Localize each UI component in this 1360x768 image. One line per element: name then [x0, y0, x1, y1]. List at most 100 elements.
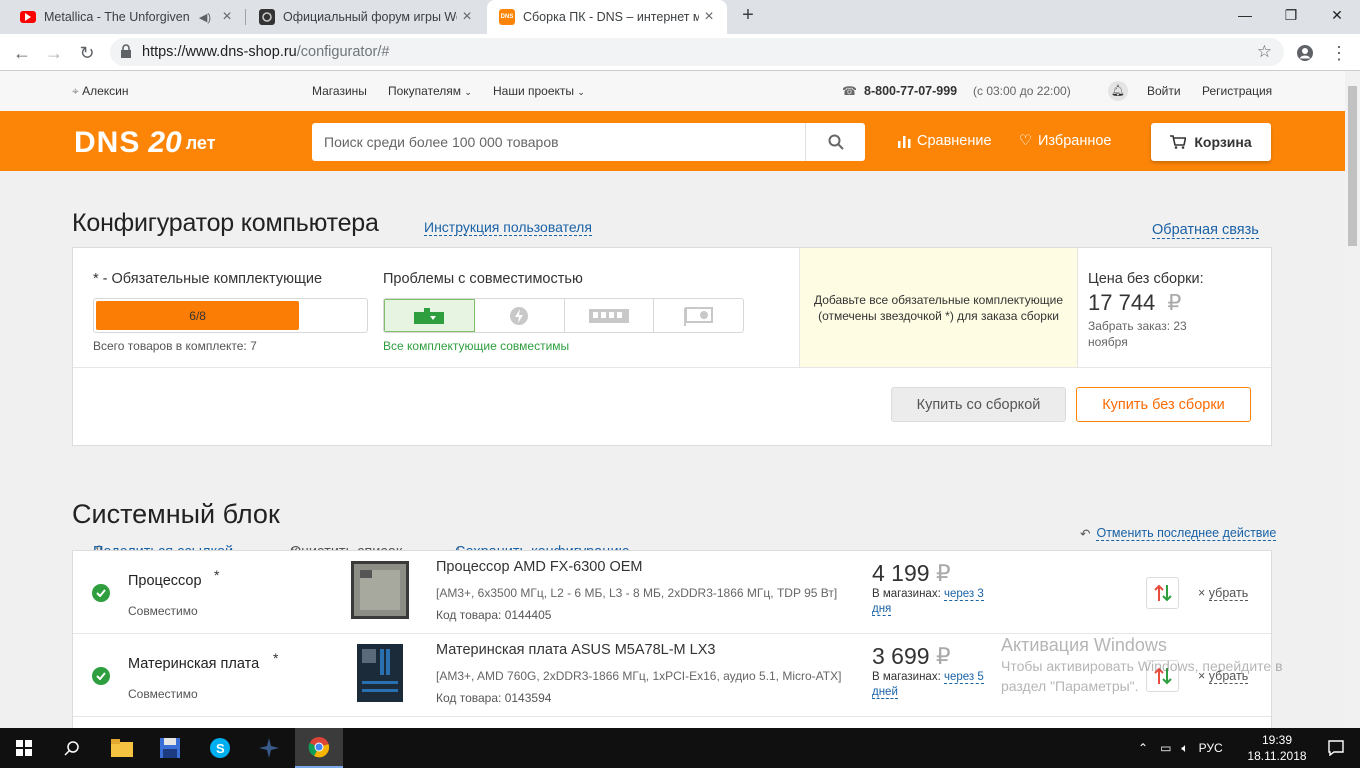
close-tab-icon[interactable]: × [699, 8, 719, 26]
remove-button[interactable]: × убрать [1198, 669, 1249, 684]
page-scrollbar[interactable] [1345, 71, 1360, 728]
product-name[interactable]: Материнская плата ASUS M5A78L-M LX3 [436, 642, 715, 658]
app-icon[interactable] [245, 728, 293, 768]
product-code: Код товара: 0143594 [436, 691, 552, 705]
divider [73, 367, 1271, 368]
close-tab-icon[interactable]: × [217, 8, 237, 26]
buy-unassembled-button[interactable]: Купить без сборки [1076, 387, 1251, 422]
nav-customers[interactable]: Покупателям ⌄ [388, 84, 472, 98]
order-hint: Добавьте все обязательные комплектующие … [799, 248, 1078, 367]
city-selector[interactable]: ⌖ Алексин [72, 84, 129, 99]
windows-start-icon[interactable] [0, 728, 48, 768]
search-icon[interactable] [48, 728, 96, 768]
search-input[interactable]: Поиск среди более 100 000 товаров [312, 123, 865, 161]
volume-icon[interactable]: 🔈︎ [1181, 741, 1188, 756]
currency-symbol: ₽ [1167, 290, 1182, 315]
feedback-link[interactable]: Обратная связь [1152, 222, 1259, 239]
location-icon: ⌖ [72, 84, 79, 98]
browser-tab-active[interactable]: DNS Сборка ПК - DNS – интернет ма × [487, 0, 727, 34]
profile-icon[interactable] [1292, 40, 1318, 66]
save-disk-icon[interactable] [146, 728, 194, 768]
address-bar[interactable]: https://www.dns-shop.ru/configurator/# ☆ [110, 38, 1284, 66]
new-tab-button[interactable]: + [736, 4, 760, 28]
favorites-link[interactable]: ♡ Избранное [1019, 133, 1111, 149]
notifications-icon[interactable] [1312, 728, 1360, 768]
swap-icon[interactable] [1146, 660, 1179, 692]
system-tray: ⌃ ▭ 🔈︎ РУС [1138, 728, 1223, 768]
chevron-up-icon[interactable]: ⌃ [1138, 741, 1148, 755]
close-icon: × [1198, 586, 1206, 600]
scrollbar-thumb[interactable] [1348, 86, 1357, 246]
reload-icon[interactable]: ↻ [74, 40, 100, 66]
currency-symbol: ₽ [935, 643, 951, 669]
cart-label: Корзина [1194, 134, 1252, 150]
product-name[interactable]: Процессор AMD FX-6300 OEM [436, 559, 643, 575]
back-icon[interactable]: ← [9, 40, 35, 66]
close-tab-icon[interactable]: × [457, 8, 477, 26]
nav-stores[interactable]: Магазины [312, 84, 367, 98]
login-link[interactable]: Войти [1147, 84, 1181, 98]
required-star: * [273, 650, 279, 666]
cart-icon [1170, 135, 1187, 149]
dns-logo[interactable]: DNS 20 лет [74, 123, 286, 163]
gpu-compat-icon[interactable] [654, 299, 743, 332]
instruction-link[interactable]: Инструкция пользователя [424, 219, 592, 236]
search-icon[interactable] [805, 123, 865, 161]
skype-icon[interactable]: S [196, 728, 244, 768]
cart-button[interactable]: Корзина [1151, 123, 1271, 161]
remove-label: убрать [1208, 669, 1249, 684]
chrome-icon[interactable] [295, 728, 343, 768]
dns-icon: DNS [499, 9, 515, 25]
menu-icon[interactable]: ⋮ [1326, 40, 1352, 66]
close-window-button[interactable]: ✕ [1314, 0, 1360, 30]
lock-icon [121, 44, 131, 58]
world-of-tanks-icon [259, 9, 275, 25]
total-items-value: 7 [250, 339, 257, 353]
chevron-down-icon: ⌄ [577, 87, 585, 97]
pickup-date: Забрать заказ: 23 ноября [1088, 319, 1187, 349]
browser-tab[interactable]: Metallica - The Unforgiven (W ◀) × [0, 0, 245, 34]
network-icon[interactable]: ▭ [1160, 741, 1171, 755]
undo-link[interactable]: ↶ Отменить последнее действие [1080, 526, 1277, 541]
total-items: Всего товаров в комплекте: 7 [93, 339, 257, 353]
browser-tab[interactable]: Официальный форум игры Wor × [245, 0, 485, 34]
components-table: Процессор * Совместимо Процессор AMD FX-… [72, 550, 1272, 728]
clock-time: 19:39 [1261, 733, 1293, 747]
progress-text: 6/8 [189, 308, 206, 323]
star-icon[interactable]: ☆ [1257, 42, 1272, 62]
main-header: DNS 20 лет Поиск среди более 100 000 тов… [0, 111, 1345, 171]
product-price-value: 3 699 [872, 643, 930, 669]
speaker-icon[interactable]: ◀) [199, 11, 211, 24]
logo-suffix: лет [185, 132, 216, 153]
clock-date: 18.11.2018 [1247, 749, 1307, 763]
phone-number[interactable]: 8-800-77-07-999 [864, 84, 957, 98]
nav-projects[interactable]: Наши проекты ⌄ [493, 84, 585, 98]
nav-customers-label: Покупателям [388, 84, 461, 98]
file-explorer-icon[interactable] [98, 728, 146, 768]
product-spec: [AM3+, 6x3500 МГц, L2 - 6 МБ, L3 - 8 МБ,… [436, 586, 838, 600]
cpu-image[interactable] [350, 560, 410, 620]
url-path: /configurator/# [296, 44, 390, 60]
maximize-button[interactable]: ❐ [1268, 0, 1314, 30]
motherboard-image[interactable] [350, 643, 410, 703]
city-name: Алексин [82, 84, 129, 98]
nav-projects-label: Наши проекты [493, 84, 575, 98]
availability-label: В магазинах: [872, 671, 941, 683]
language-indicator[interactable]: РУС [1199, 741, 1223, 755]
buy-assembled-button[interactable]: Купить со сборкой [891, 387, 1066, 422]
register-link[interactable]: Регистрация [1202, 84, 1272, 98]
minimize-button[interactable]: — [1222, 0, 1268, 30]
motherboard-compat-icon[interactable] [384, 299, 475, 332]
power-compat-icon[interactable] [475, 299, 565, 332]
bell-icon[interactable]: 🔔︎ [1108, 81, 1128, 101]
memory-compat-icon[interactable] [565, 299, 655, 332]
swap-icon[interactable] [1146, 577, 1179, 609]
chevron-down-icon: ⌄ [464, 87, 472, 97]
compare-link[interactable]: Сравнение [897, 133, 992, 149]
remove-button[interactable]: × убрать [1198, 586, 1249, 601]
status-area: * - Обязательные комплектующие 6/8 Всего… [73, 248, 799, 367]
forward-icon[interactable]: → [41, 40, 67, 66]
clock[interactable]: 19:39 18.11.2018 [1245, 728, 1309, 768]
compat-status: Все комплектующие совместимы [383, 339, 570, 353]
total-price: 17 744 ₽ [1088, 290, 1181, 316]
